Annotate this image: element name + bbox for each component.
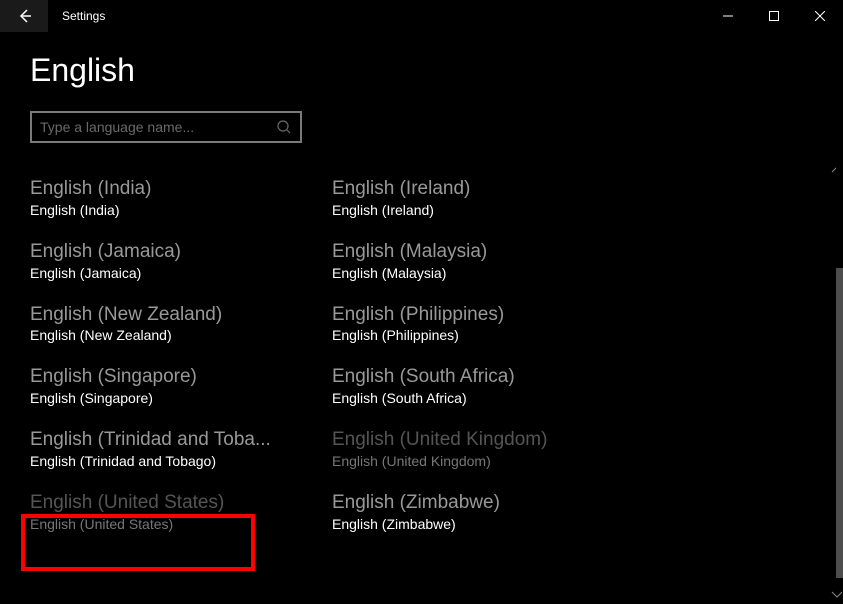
- language-subtitle: English (Jamaica): [30, 265, 326, 281]
- language-subtitle: English (Trinidad and Tobago): [30, 453, 326, 469]
- language-item[interactable]: English (United States)English (United S…: [30, 489, 326, 534]
- language-subtitle: English (Ireland): [332, 202, 628, 218]
- language-item[interactable]: English (Jamaica)English (Jamaica): [30, 238, 326, 283]
- language-subtitle: English (Zimbabwe): [332, 516, 628, 532]
- window-controls: [705, 0, 843, 32]
- language-subtitle: English (India): [30, 202, 326, 218]
- language-grid: English (India)English (India)English (I…: [30, 175, 813, 534]
- language-item[interactable]: English (Philippines)English (Philippine…: [332, 301, 628, 346]
- language-subtitle: English (Singapore): [30, 390, 326, 406]
- language-title: English (South Africa): [332, 365, 628, 389]
- language-title: English (United States): [30, 491, 326, 515]
- search-input[interactable]: [40, 119, 276, 135]
- scrollbar-thumb[interactable]: [836, 268, 843, 578]
- language-title: English (India): [30, 177, 326, 201]
- window-title: Settings: [62, 9, 105, 23]
- language-title: English (Ireland): [332, 177, 628, 201]
- minimize-button[interactable]: [705, 0, 751, 32]
- language-title: English (United Kingdom): [332, 428, 628, 452]
- language-title: English (Singapore): [30, 365, 326, 389]
- language-item[interactable]: English (South Africa)English (South Afr…: [332, 363, 628, 408]
- language-title: English (Zimbabwe): [332, 491, 628, 515]
- arrow-left-icon: [16, 8, 32, 24]
- close-icon: [815, 11, 825, 21]
- language-subtitle: English (South Africa): [332, 390, 628, 406]
- back-button[interactable]: [0, 0, 48, 32]
- language-subtitle: English (Philippines): [332, 327, 628, 343]
- language-title: English (Philippines): [332, 303, 628, 327]
- language-subtitle: English (United Kingdom): [332, 453, 628, 469]
- language-subtitle: English (United States): [30, 516, 326, 532]
- search-box[interactable]: [30, 111, 302, 143]
- scrollbar-track[interactable]: [836, 158, 843, 593]
- scroll-down-arrow[interactable]: [831, 586, 843, 598]
- language-item[interactable]: English (Trinidad and Toba...English (Tr…: [30, 426, 326, 471]
- titlebar: Settings: [0, 0, 843, 32]
- search-icon: [276, 119, 292, 135]
- language-item[interactable]: English (United Kingdom)English (United …: [332, 426, 628, 471]
- language-title: English (Jamaica): [30, 240, 326, 264]
- content-area: English English (India)English (India)En…: [0, 52, 843, 534]
- language-item[interactable]: English (New Zealand)English (New Zealan…: [30, 301, 326, 346]
- language-subtitle: English (Malaysia): [332, 265, 628, 281]
- language-title: English (Trinidad and Toba...: [30, 428, 326, 452]
- language-subtitle: English (New Zealand): [30, 327, 326, 343]
- language-title: English (Malaysia): [332, 240, 628, 264]
- page-title: English: [30, 52, 813, 89]
- maximize-icon: [769, 11, 779, 21]
- language-item[interactable]: English (Singapore)English (Singapore): [30, 363, 326, 408]
- language-item[interactable]: English (India)English (India): [30, 175, 326, 220]
- close-button[interactable]: [797, 0, 843, 32]
- maximize-button[interactable]: [751, 0, 797, 32]
- language-title: English (New Zealand): [30, 303, 326, 327]
- language-item[interactable]: English (Zimbabwe)English (Zimbabwe): [332, 489, 628, 534]
- language-item[interactable]: English (Malaysia)English (Malaysia): [332, 238, 628, 283]
- minimize-icon: [723, 11, 733, 21]
- language-item[interactable]: English (Ireland)English (Ireland): [332, 175, 628, 220]
